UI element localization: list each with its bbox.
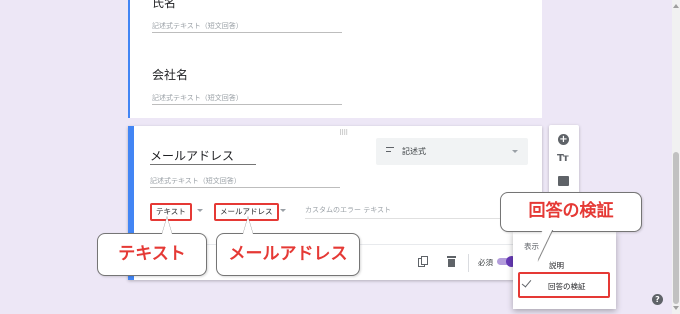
callout-validation: 回答の検証 — [500, 192, 642, 232]
footer-separator — [468, 254, 469, 272]
required-label: 必須 — [478, 258, 493, 267]
answer-hint-company: 記述式テキスト（短文回答） — [152, 94, 243, 102]
title-text-icon[interactable]: Tт — [557, 153, 569, 164]
chevron-down-icon — [512, 150, 518, 153]
copy-icon[interactable] — [418, 256, 428, 268]
more-options-menu: 表示 説明 回答の検証 — [513, 231, 616, 309]
question-type-label: 記述式 — [402, 147, 426, 156]
custom-error-underline — [305, 218, 515, 219]
answer-underline-email — [150, 187, 340, 188]
add-circle-icon[interactable]: + — [558, 134, 569, 145]
menu-item-validation[interactable]: 回答の検証 — [548, 281, 586, 292]
chevron-down-icon — [197, 209, 203, 212]
question-title-email[interactable]: メールアドレス — [150, 147, 234, 164]
question-type-dropdown[interactable]: 記述式 — [376, 138, 528, 165]
custom-error-input[interactable]: カスタムのエラー テキスト — [305, 205, 391, 215]
help-icon[interactable]: ? — [652, 294, 663, 305]
callout-email-text: メールアドレス — [228, 244, 348, 264]
scrollbar[interactable] — [672, 0, 680, 314]
question-title-underline — [150, 164, 256, 165]
callout-email-pointer — [243, 217, 253, 234]
question-card-name-company[interactable]: 氏名 記述式テキスト（短文回答） 会社名 記述式テキスト（短文回答） — [128, 0, 542, 118]
question-title-name: 氏名 — [152, 0, 177, 10]
answer-hint-name: 記述式テキスト（短文回答） — [152, 22, 243, 30]
image-icon[interactable] — [558, 176, 569, 186]
side-toolbar: + Tт — [549, 125, 579, 197]
answer-underline-name — [152, 32, 342, 33]
drag-handle-icon[interactable]: ⠿⠿ — [339, 129, 348, 137]
scroll-up-icon[interactable] — [673, 4, 679, 8]
answer-underline-company — [152, 104, 342, 105]
callout-text-text: テキスト — [118, 244, 186, 264]
menu-item-description[interactable]: 説明 — [549, 260, 564, 271]
chevron-down-icon — [280, 209, 286, 212]
callout-text-pointer — [162, 217, 172, 234]
short-answer-icon — [386, 147, 394, 155]
trash-icon[interactable] — [447, 256, 456, 267]
callout-text: テキスト — [97, 233, 207, 276]
question-title-company: 会社名 — [152, 68, 189, 82]
scroll-down-icon[interactable] — [673, 306, 679, 310]
callout-validation-text: 回答の検証 — [528, 201, 614, 221]
callout-email: メールアドレス — [216, 233, 360, 276]
scrollbar-thumb[interactable] — [673, 152, 679, 304]
answer-hint-email: 記述式テキスト（短文回答） — [150, 177, 241, 185]
